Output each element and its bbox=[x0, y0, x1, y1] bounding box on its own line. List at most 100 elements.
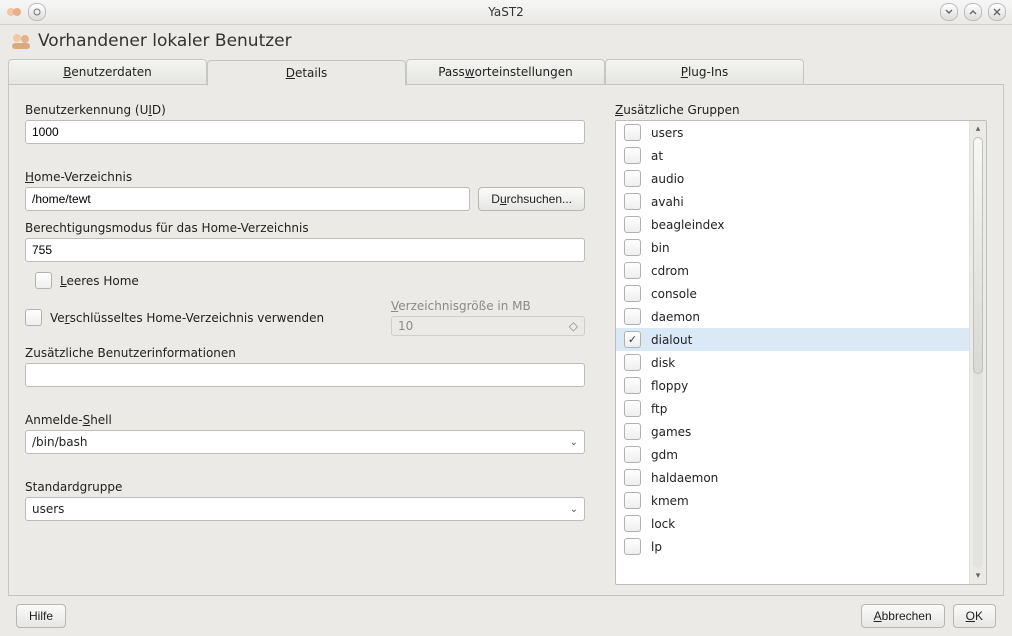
group-item-disk[interactable]: disk bbox=[616, 351, 969, 374]
group-item-floppy[interactable]: floppy bbox=[616, 374, 969, 397]
minimize-button[interactable] bbox=[940, 3, 958, 21]
group-item-avahi[interactable]: avahi bbox=[616, 190, 969, 213]
yast-window: YaST2 Vorhandener lokaler Benutzer Benut… bbox=[0, 0, 1012, 636]
defgroup-label: Standardgruppe bbox=[25, 480, 585, 494]
scroll-thumb[interactable] bbox=[973, 137, 983, 374]
tab-bar: Benutzerdaten Details Passworteinstellun… bbox=[8, 59, 1004, 85]
addgroups-label: Zusätzliche Gruppen bbox=[615, 103, 987, 117]
dirsize-spin: 10 ◇ bbox=[391, 316, 585, 336]
group-item-lock[interactable]: lock bbox=[616, 512, 969, 535]
browse-button[interactable]: Durchsuchen... bbox=[478, 187, 585, 211]
group-label: cdrom bbox=[651, 264, 689, 278]
spin-icon: ◇ bbox=[569, 319, 578, 333]
group-checkbox[interactable] bbox=[624, 124, 641, 141]
tab-content: Benutzerkennung (UID) Home-Verzeichnis D… bbox=[8, 84, 1004, 596]
addinfo-input[interactable] bbox=[25, 363, 585, 387]
group-checkbox[interactable] bbox=[624, 492, 641, 509]
group-checkbox[interactable] bbox=[624, 423, 641, 440]
empty-home-label: Leeres Home bbox=[60, 274, 139, 288]
ok-button[interactable]: OK bbox=[953, 604, 996, 628]
empty-home-checkbox[interactable]: Leeres Home bbox=[35, 272, 585, 289]
scroll-up-icon[interactable]: ▴ bbox=[972, 123, 984, 135]
addinfo-label: Zusätzliche Benutzerinformationen bbox=[25, 346, 585, 360]
app-icon bbox=[6, 4, 22, 20]
group-item-kmem[interactable]: kmem bbox=[616, 489, 969, 512]
group-checkbox[interactable] bbox=[624, 308, 641, 325]
group-checkbox[interactable] bbox=[624, 469, 641, 486]
group-item-audio[interactable]: audio bbox=[616, 167, 969, 190]
group-label: at bbox=[651, 149, 663, 163]
group-checkbox[interactable] bbox=[624, 400, 641, 417]
tab-passworteinstellungen[interactable]: Passworteinstellungen bbox=[406, 59, 605, 85]
maximize-button[interactable] bbox=[964, 3, 982, 21]
group-label: daemon bbox=[651, 310, 700, 324]
window-menu-button[interactable] bbox=[28, 3, 46, 21]
uid-input[interactable] bbox=[25, 120, 585, 144]
form-left: Benutzerkennung (UID) Home-Verzeichnis D… bbox=[25, 103, 585, 585]
group-item-users[interactable]: users bbox=[616, 121, 969, 144]
perm-input[interactable] bbox=[25, 238, 585, 262]
users-icon bbox=[10, 31, 32, 51]
uid-label: Benutzerkennung (UID) bbox=[25, 103, 585, 117]
group-item-daemon[interactable]: daemon bbox=[616, 305, 969, 328]
home-input[interactable] bbox=[25, 187, 470, 211]
group-checkbox[interactable] bbox=[624, 147, 641, 164]
group-checkbox[interactable] bbox=[624, 193, 641, 210]
form-right: Zusätzliche Gruppen users at audio avahi bea… bbox=[615, 103, 987, 585]
scroll-down-icon[interactable]: ▾ bbox=[972, 570, 984, 582]
group-label: disk bbox=[651, 356, 675, 370]
group-checkbox[interactable] bbox=[624, 170, 641, 187]
defgroup-select[interactable]: users ⌄ bbox=[25, 497, 585, 521]
shell-label: Anmelde-Shell bbox=[25, 413, 585, 427]
group-label: users bbox=[651, 126, 683, 140]
group-label: lock bbox=[651, 517, 675, 531]
group-label: lp bbox=[651, 540, 662, 554]
perm-label: Berechtigungsmodus für das Home-Verzeich… bbox=[25, 221, 585, 235]
encrypted-home-checkbox[interactable]: Verschlüsseltes Home-Verzeichnis verwend… bbox=[25, 309, 324, 326]
group-item-at[interactable]: at bbox=[616, 144, 969, 167]
scrollbar[interactable]: ▴ ▾ bbox=[969, 121, 986, 584]
help-button[interactable]: Hilfe bbox=[16, 604, 66, 628]
group-checkbox[interactable] bbox=[624, 538, 641, 555]
group-item-console[interactable]: console bbox=[616, 282, 969, 305]
group-checkbox[interactable] bbox=[624, 331, 641, 348]
group-label: beagleindex bbox=[651, 218, 725, 232]
group-label: games bbox=[651, 425, 691, 439]
home-label: Home-Verzeichnis bbox=[25, 170, 585, 184]
group-item-games[interactable]: games bbox=[616, 420, 969, 443]
group-checkbox[interactable] bbox=[624, 216, 641, 233]
dirsize-label: Verzeichnisgröße in MB bbox=[391, 299, 531, 313]
group-label: dialout bbox=[651, 333, 692, 347]
group-item-cdrom[interactable]: cdrom bbox=[616, 259, 969, 282]
tab-details[interactable]: Details bbox=[207, 60, 406, 86]
group-label: bin bbox=[651, 241, 670, 255]
group-checkbox[interactable] bbox=[624, 354, 641, 371]
group-item-dialout[interactable]: dialout bbox=[616, 328, 969, 351]
group-checkbox[interactable] bbox=[624, 446, 641, 463]
tab-plugins[interactable]: Plug-Ins bbox=[605, 59, 804, 85]
group-label: haldaemon bbox=[651, 471, 718, 485]
group-item-ftp[interactable]: ftp bbox=[616, 397, 969, 420]
group-label: kmem bbox=[651, 494, 689, 508]
group-item-gdm[interactable]: gdm bbox=[616, 443, 969, 466]
cancel-button[interactable]: Abbrechen bbox=[861, 604, 945, 628]
shell-select[interactable]: /bin/bash ⌄ bbox=[25, 430, 585, 454]
tab-benutzerdaten[interactable]: Benutzerdaten bbox=[8, 59, 207, 85]
window-title: YaST2 bbox=[0, 5, 1012, 19]
group-item-haldaemon[interactable]: haldaemon bbox=[616, 466, 969, 489]
groups-list[interactable]: users at audio avahi beagleindex bin cdrom cons… bbox=[615, 120, 987, 585]
group-checkbox[interactable] bbox=[624, 262, 641, 279]
group-item-bin[interactable]: bin bbox=[616, 236, 969, 259]
group-item-beagleindex[interactable]: beagleindex bbox=[616, 213, 969, 236]
group-checkbox[interactable] bbox=[624, 377, 641, 394]
group-item-lp[interactable]: lp bbox=[616, 535, 969, 558]
titlebar: YaST2 bbox=[0, 0, 1012, 25]
group-checkbox[interactable] bbox=[624, 285, 641, 302]
close-button[interactable] bbox=[988, 3, 1006, 21]
scroll-track[interactable] bbox=[973, 137, 983, 568]
group-label: avahi bbox=[651, 195, 684, 209]
group-checkbox[interactable] bbox=[624, 239, 641, 256]
group-label: gdm bbox=[651, 448, 678, 462]
chevron-down-icon: ⌄ bbox=[570, 437, 578, 448]
group-checkbox[interactable] bbox=[624, 515, 641, 532]
